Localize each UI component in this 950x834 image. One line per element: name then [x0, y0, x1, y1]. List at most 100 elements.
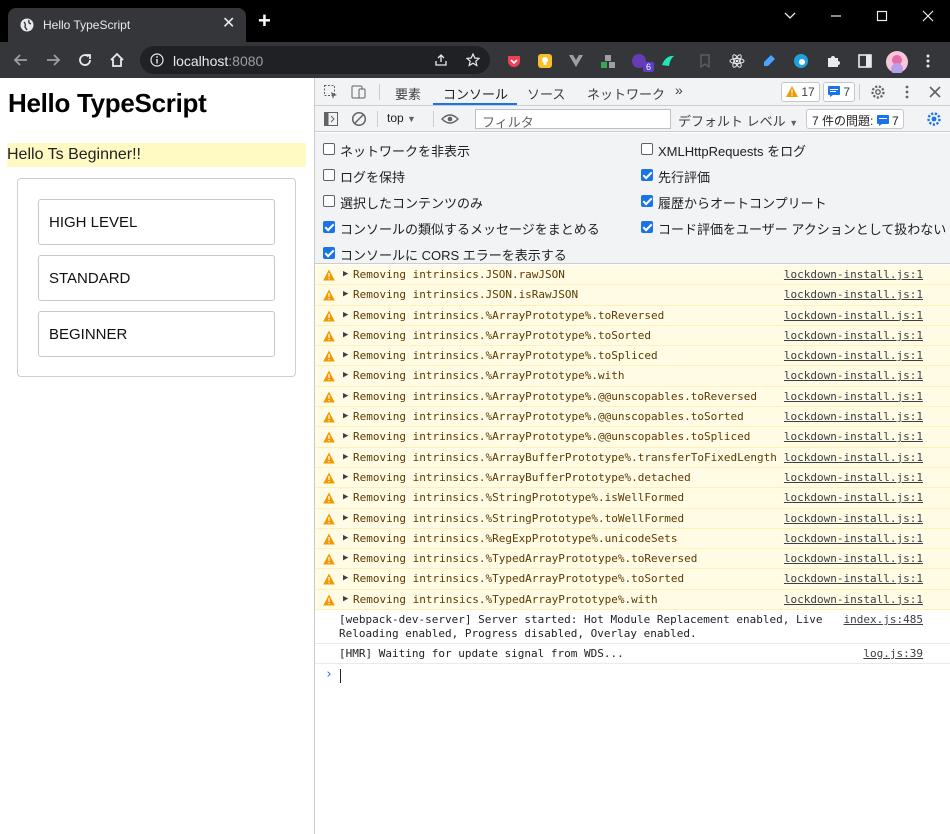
warning-row[interactable]: ▶ Removing intrinsics.%ArrayBufferPrototy… [315, 467, 950, 489]
source-link[interactable]: lockdown-install.js:1 [784, 329, 923, 342]
forward-arrow-icon[interactable] [44, 51, 62, 69]
expand-triangle-icon[interactable]: ▶ [343, 553, 348, 563]
console-prompt[interactable]: › [315, 664, 950, 686]
warning-row[interactable]: ▶ Removing intrinsics.JSON.rawJSON lockdow… [315, 265, 950, 286]
source-link[interactable]: lockdown-install.js:1 [784, 512, 923, 525]
messages-badge[interactable]: 7 [823, 82, 856, 102]
warning-row[interactable]: ▶ Removing intrinsics.%StringPrototype%.t… [315, 508, 950, 529]
expand-triangle-icon[interactable]: ▶ [343, 594, 348, 604]
info-icon[interactable] [150, 53, 164, 67]
setting-preserve-log[interactable]: ログを保持 [323, 167, 623, 185]
puzzle-extensions-icon[interactable] [825, 53, 841, 69]
checkbox[interactable] [323, 143, 335, 155]
expand-triangle-icon[interactable]: ▶ [343, 431, 348, 441]
home-icon[interactable] [108, 51, 126, 69]
tab-network[interactable]: ネットワーク [587, 84, 665, 103]
inspect-element-icon[interactable] [323, 84, 339, 100]
warning-row[interactable]: ▶ Removing intrinsics.%ArrayPrototype%.@@… [315, 386, 950, 408]
checkbox-checked[interactable] [641, 169, 653, 181]
source-link[interactable]: lockdown-install.js:1 [784, 288, 923, 301]
warning-row[interactable]: ▶ Removing intrinsics.%ArrayPrototype%.@@… [315, 407, 950, 428]
profile-avatar[interactable] [886, 51, 908, 73]
side-panel-icon[interactable] [857, 53, 873, 69]
checkbox[interactable] [323, 195, 335, 207]
kebab-menu-icon[interactable] [899, 84, 915, 100]
color-picker-icon[interactable] [600, 53, 616, 69]
close-icon[interactable] [927, 84, 943, 100]
bookmark-extension-icon[interactable] [697, 53, 713, 69]
source-link[interactable]: lockdown-install.js:1 [784, 349, 923, 362]
warnings-badge[interactable]: 17 [781, 82, 820, 102]
warning-row[interactable]: ▶ Removing intrinsics.%TypedArrayPrototyp… [315, 569, 950, 590]
source-link[interactable]: lockdown-install.js:1 [784, 451, 923, 464]
warning-row[interactable]: ▶ Removing intrinsics.%ArrayPrototype%.to… [315, 346, 950, 367]
react-devtools-icon[interactable] [729, 53, 745, 69]
setting-eager-evaluation[interactable]: 先行評価 [641, 167, 941, 185]
checkbox-checked[interactable] [641, 221, 653, 233]
checkbox[interactable] [323, 169, 335, 181]
browser-tab[interactable]: Hello TypeScript ✕ [8, 8, 246, 42]
address-bar[interactable]: localhost:8080 [140, 46, 490, 74]
tab-sources[interactable]: ソース [527, 84, 565, 103]
source-link[interactable]: lockdown-install.js:1 [784, 552, 923, 565]
expand-triangle-icon[interactable]: ▶ [343, 573, 348, 583]
warning-row[interactable]: ▶ Removing intrinsics.%RegExpPrototype%.u… [315, 528, 950, 550]
source-link[interactable]: log.js:39 [863, 647, 923, 660]
tab-elements[interactable]: 要素 [395, 84, 421, 103]
source-link[interactable]: lockdown-install.js:1 [784, 410, 923, 423]
console-settings-gear-icon[interactable] [926, 111, 942, 127]
window-close-icon[interactable] [918, 8, 938, 24]
expand-triangle-icon[interactable]: ▶ [343, 350, 348, 360]
minimize-icon[interactable] [826, 8, 846, 24]
beginner-button[interactable]: BEGINNER [38, 311, 275, 357]
bookmark-star-icon[interactable] [466, 53, 480, 67]
checkbox-checked[interactable] [323, 247, 335, 259]
source-link[interactable]: lockdown-install.js:1 [784, 268, 923, 281]
dropper-extension-icon[interactable] [761, 53, 777, 69]
source-link[interactable]: index.js:485 [844, 613, 923, 626]
expand-triangle-icon[interactable]: ▶ [343, 452, 348, 462]
setting-selected-context-only[interactable]: 選択したコンテンツのみ [323, 193, 623, 211]
chevron-down-icon[interactable] [780, 8, 800, 24]
source-link[interactable]: lockdown-install.js:1 [784, 491, 923, 504]
checkbox[interactable] [641, 143, 653, 155]
back-arrow-icon[interactable] [12, 51, 30, 69]
source-link[interactable]: lockdown-install.js:1 [784, 532, 923, 545]
expand-triangle-icon[interactable]: ▶ [343, 472, 348, 482]
setting-cors-errors[interactable]: コンソールに CORS エラーを表示する [323, 245, 623, 263]
standard-button[interactable]: STANDARD [38, 255, 275, 301]
setting-autocomplete-history[interactable]: 履歴からオートコンプリート [641, 193, 941, 211]
eye-icon[interactable] [441, 111, 459, 127]
expand-triangle-icon[interactable]: ▶ [343, 330, 348, 340]
filter-input[interactable]: フィルタ [475, 109, 671, 130]
warning-row[interactable]: ▶ Removing intrinsics.%ArrayPrototype%.to… [315, 325, 950, 347]
checkbox-checked[interactable] [641, 195, 653, 207]
pocket-icon[interactable] [506, 53, 522, 69]
checkbox-checked[interactable] [323, 221, 335, 233]
maximize-icon[interactable] [872, 8, 892, 24]
issues-button[interactable]: 7 件の問題: 7 [806, 109, 904, 129]
warning-row[interactable]: ▶ Removing intrinsics.%ArrayPrototype%.to… [315, 305, 950, 326]
sidebar-toggle-icon[interactable] [323, 111, 339, 127]
reload-icon[interactable] [76, 51, 94, 69]
expand-triangle-icon[interactable]: ▶ [343, 310, 348, 320]
setting-group-similar[interactable]: コンソールの類似するメッセージをまとめる [323, 219, 623, 237]
expand-triangle-icon[interactable]: ▶ [343, 533, 348, 543]
expand-triangle-icon[interactable]: ▶ [343, 411, 348, 421]
warning-row[interactable]: ▶ Removing intrinsics.%ArrayBufferPrototy… [315, 447, 950, 468]
warning-row[interactable]: ▶ Removing intrinsics.%StringPrototype%.i… [315, 488, 950, 509]
high-level-button[interactable]: HIGH LEVEL [38, 199, 275, 245]
expand-triangle-icon[interactable]: ▶ [343, 269, 348, 279]
source-link[interactable]: lockdown-install.js:1 [784, 593, 923, 606]
source-link[interactable]: lockdown-install.js:1 [784, 309, 923, 322]
kebab-menu-icon[interactable] [920, 53, 936, 69]
device-toolbar-icon[interactable] [351, 84, 367, 100]
warning-row[interactable]: ▶ Removing intrinsics.%ArrayPrototype%.wi… [315, 366, 950, 387]
source-link[interactable]: lockdown-install.js:1 [784, 430, 923, 443]
warning-row[interactable]: ▶ Removing intrinsics.%ArrayPrototype%.@@… [315, 427, 950, 448]
warning-row[interactable]: ▶ Removing intrinsics.%TypedArrayPrototyp… [315, 549, 950, 570]
source-link[interactable]: lockdown-install.js:1 [784, 572, 923, 585]
setting-hide-network[interactable]: ネットワークを非表示 [323, 141, 623, 159]
more-tabs-icon[interactable]: » [675, 82, 683, 98]
tab-console[interactable]: コンソール [443, 84, 508, 103]
